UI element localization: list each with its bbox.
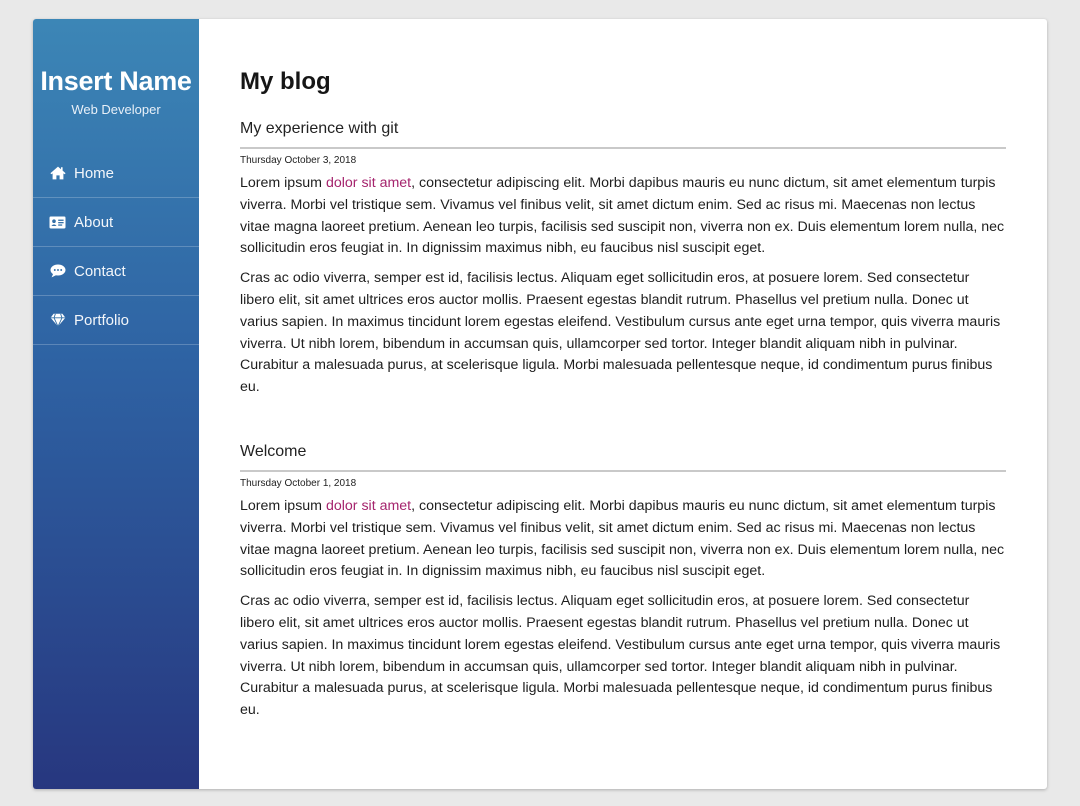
post-paragraph: Cras ac odio viverra, semper est id, fac… bbox=[240, 593, 1001, 719]
home-icon bbox=[49, 165, 66, 181]
post-paragraph: Cras ac odio viverra, semper est id, fac… bbox=[240, 270, 1001, 396]
brand-name: Insert Name bbox=[40, 66, 192, 96]
main-content: My blog My experience with git Thursday … bbox=[240, 19, 1006, 789]
diamond-icon bbox=[49, 312, 66, 328]
sidebar-nav: Home About Contact Portfolio bbox=[33, 149, 199, 345]
sidebar-item-label: Home bbox=[74, 164, 115, 182]
sidebar-item-home[interactable]: Home bbox=[33, 149, 199, 198]
page-title: My blog bbox=[240, 68, 331, 95]
sidebar: Insert Name Web Developer Home About Con… bbox=[33, 19, 199, 789]
id-card-icon bbox=[49, 214, 66, 230]
sidebar-item-label: Contact bbox=[74, 262, 126, 280]
sidebar-item-contact[interactable]: Contact bbox=[33, 247, 199, 296]
post-date: Thursday October 1, 2018 bbox=[240, 478, 357, 489]
chat-bubble-icon bbox=[49, 263, 66, 279]
brand: Insert Name Web Developer bbox=[33, 19, 199, 148]
post-link[interactable]: dolor sit amet bbox=[326, 498, 411, 514]
post-paragraph: Lorem ipsum dolor sit amet, consectetur … bbox=[240, 173, 1006, 260]
sidebar-item-portfolio[interactable]: Portfolio bbox=[33, 296, 199, 345]
post-paragraph: Lorem ipsum dolor sit amet, consectetur … bbox=[240, 496, 1006, 583]
blog-post: My experience with git Thursday October … bbox=[240, 119, 1006, 399]
post-title[interactable]: My experience with git bbox=[240, 119, 1006, 149]
sidebar-item-label: Portfolio bbox=[74, 311, 130, 329]
post-date: Thursday October 3, 2018 bbox=[240, 155, 357, 166]
page-card: Insert Name Web Developer Home About Con… bbox=[33, 19, 1047, 789]
post-text: Lorem ipsum bbox=[240, 498, 326, 514]
blog-post: Welcome Thursday October 1, 2018 Lorem i… bbox=[240, 442, 1006, 722]
brand-role: Web Developer bbox=[71, 102, 161, 117]
sidebar-item-about[interactable]: About bbox=[33, 198, 199, 247]
post-link[interactable]: dolor sit amet bbox=[326, 175, 411, 191]
post-title[interactable]: Welcome bbox=[240, 442, 1006, 472]
post-text: Lorem ipsum bbox=[240, 175, 326, 191]
sidebar-item-label: About bbox=[74, 213, 114, 231]
